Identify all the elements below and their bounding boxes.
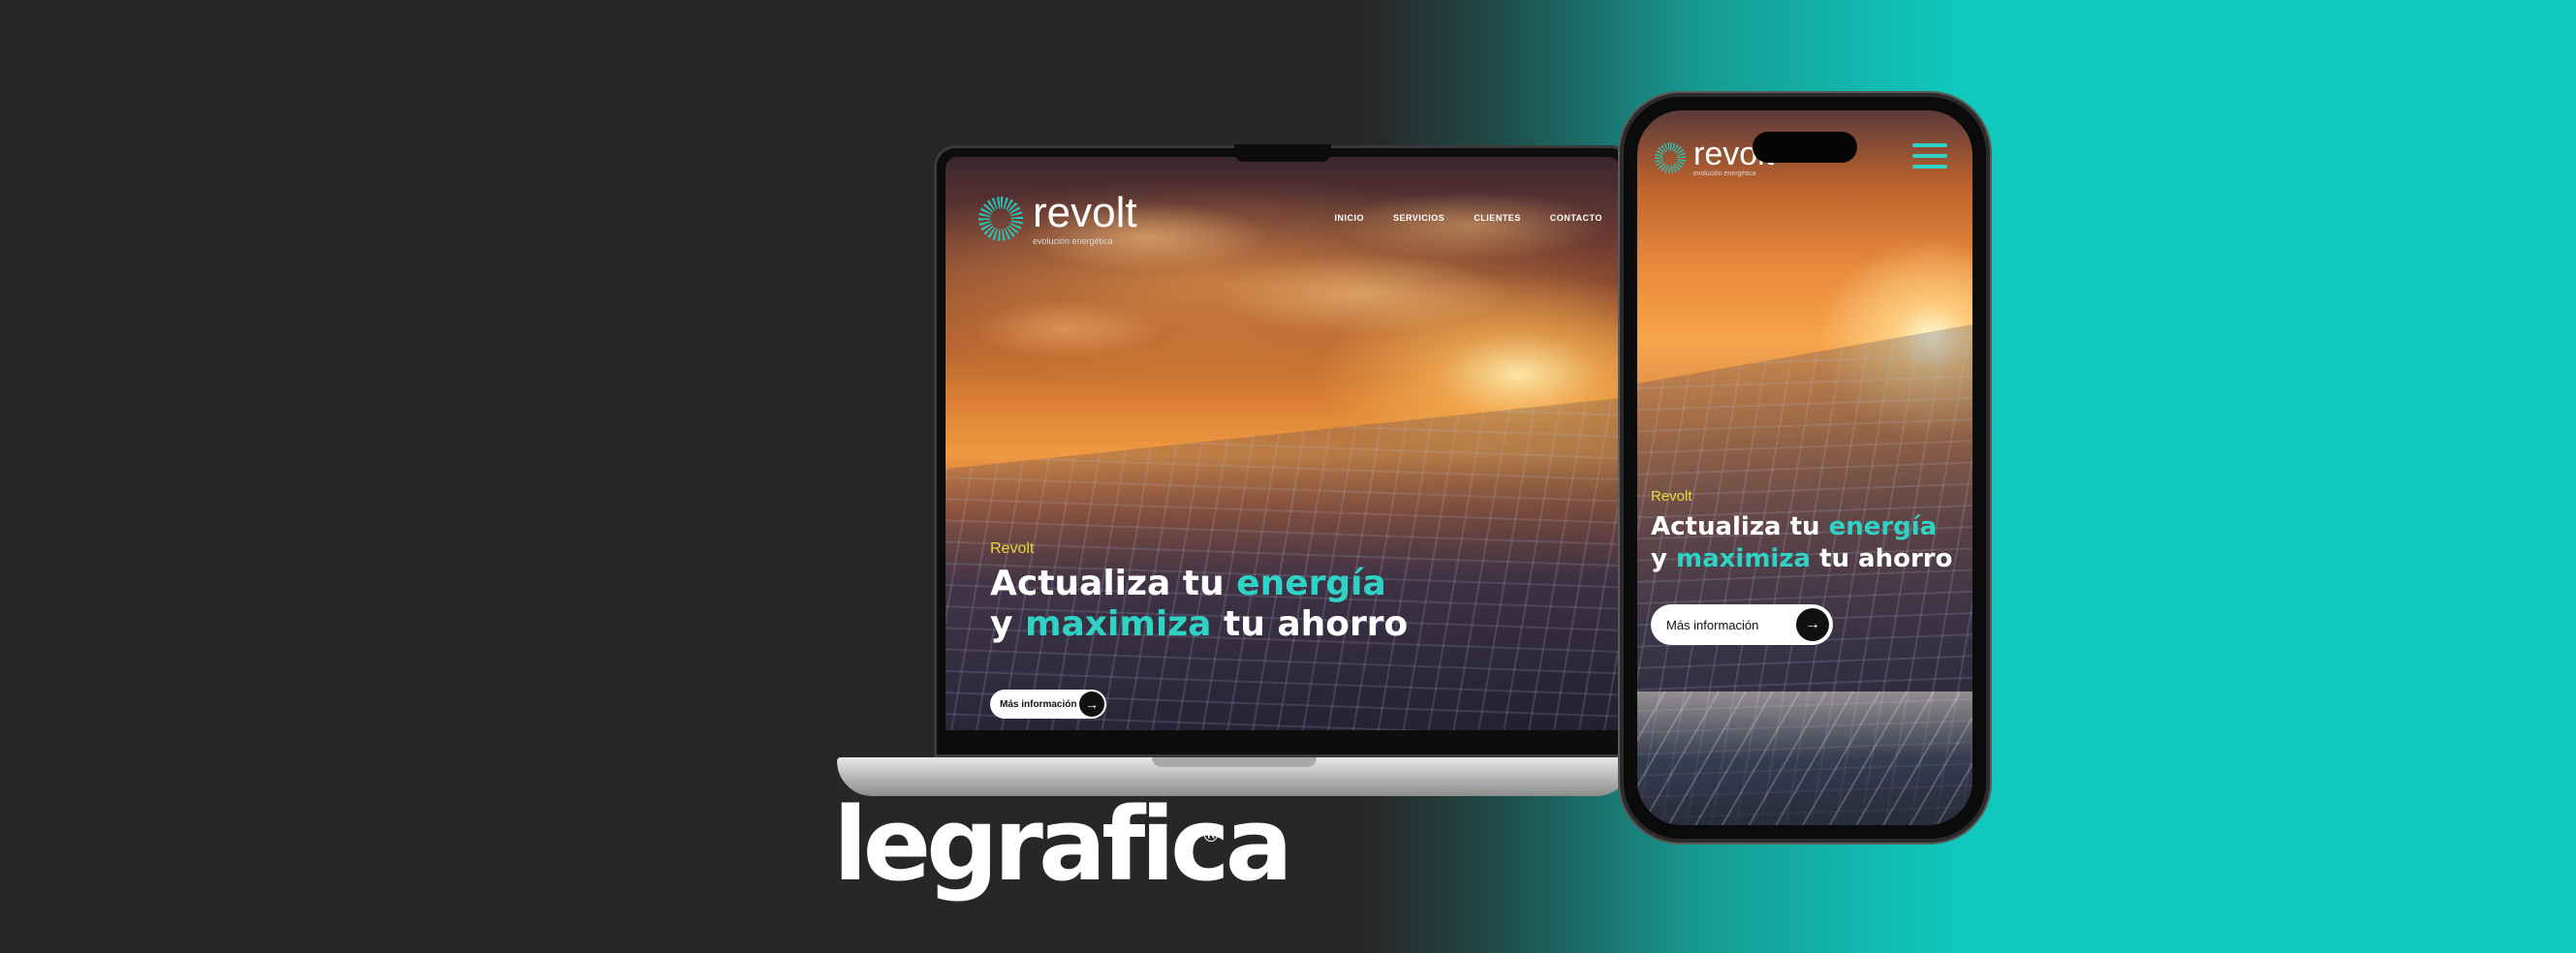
hamburger-menu-icon[interactable] bbox=[1912, 143, 1947, 169]
brand-name: revolt bbox=[1033, 189, 1137, 236]
headline-text: Actualiza tu bbox=[1651, 512, 1829, 541]
registered-trademark: ® bbox=[1201, 823, 1221, 846]
nav-item-servicios[interactable]: SERVICIOS bbox=[1393, 213, 1444, 223]
headline-text: tu ahorro bbox=[1211, 604, 1409, 645]
headline-accent: energía bbox=[1236, 564, 1386, 603]
hero-eyebrow: Revolt bbox=[1651, 488, 1692, 505]
headline-text: Actualiza tu bbox=[990, 564, 1237, 603]
headline-accent: energía bbox=[1828, 512, 1938, 541]
headline-text: y bbox=[1651, 544, 1676, 574]
nav-item-inicio[interactable]: INICIO bbox=[1334, 213, 1364, 223]
headline-accent: maximiza bbox=[1025, 604, 1212, 645]
more-info-button[interactable]: Más información → bbox=[990, 690, 1106, 719]
more-info-button[interactable]: Más información → bbox=[1651, 604, 1833, 645]
laptop-mockup: revolt evolución energética INICIO SERVI… bbox=[837, 144, 1631, 800]
sunburst-logo-icon bbox=[1655, 141, 1686, 173]
arrow-right-icon: → bbox=[1079, 692, 1104, 717]
mockup-stage: revolt evolución energética INICIO SERVI… bbox=[0, 0, 2576, 953]
sunburst-logo-icon bbox=[978, 197, 1023, 241]
laptop-opening-groove bbox=[1152, 757, 1317, 767]
camera-notch bbox=[1234, 144, 1331, 162]
logo-wordmark: revolt evolución energética bbox=[1033, 189, 1137, 247]
phone-mockup: revolt evolución energética Revolt Actua… bbox=[1624, 97, 1986, 839]
hero-headline: Actualiza tu energía y maximiza tu ahorr… bbox=[1651, 511, 1952, 576]
headline-accent: maximiza bbox=[1676, 544, 1812, 574]
headline-text: y bbox=[990, 604, 1025, 645]
nav-item-clientes[interactable]: CLIENTES bbox=[1474, 213, 1521, 223]
solar-panels-foreground bbox=[1637, 692, 1972, 825]
headline-text: tu ahorro bbox=[1811, 544, 1953, 574]
hero-eyebrow: Revolt bbox=[990, 540, 1035, 557]
dynamic-island bbox=[1753, 132, 1857, 163]
brand-tagline: evolución energética bbox=[1033, 236, 1113, 246]
arrow-right-icon: → bbox=[1796, 608, 1829, 641]
laptop-lid: revolt evolución energética INICIO SERVI… bbox=[934, 144, 1631, 757]
phone-screen: revolt evolución energética Revolt Actua… bbox=[1637, 110, 1972, 825]
site-logo[interactable]: revolt evolución energética bbox=[978, 192, 1137, 246]
nav-item-contacto[interactable]: CONTACTO bbox=[1550, 213, 1602, 223]
cta-label: Más información bbox=[1000, 698, 1077, 710]
main-nav: INICIO SERVICIOS CLIENTES CONTACTO bbox=[1334, 213, 1602, 223]
laptop-screen: revolt evolución energética INICIO SERVI… bbox=[946, 157, 1620, 730]
cta-label: Más información bbox=[1666, 617, 1759, 632]
hero-headline: Actualiza tu energía y maximiza tu ahorr… bbox=[990, 564, 1408, 646]
